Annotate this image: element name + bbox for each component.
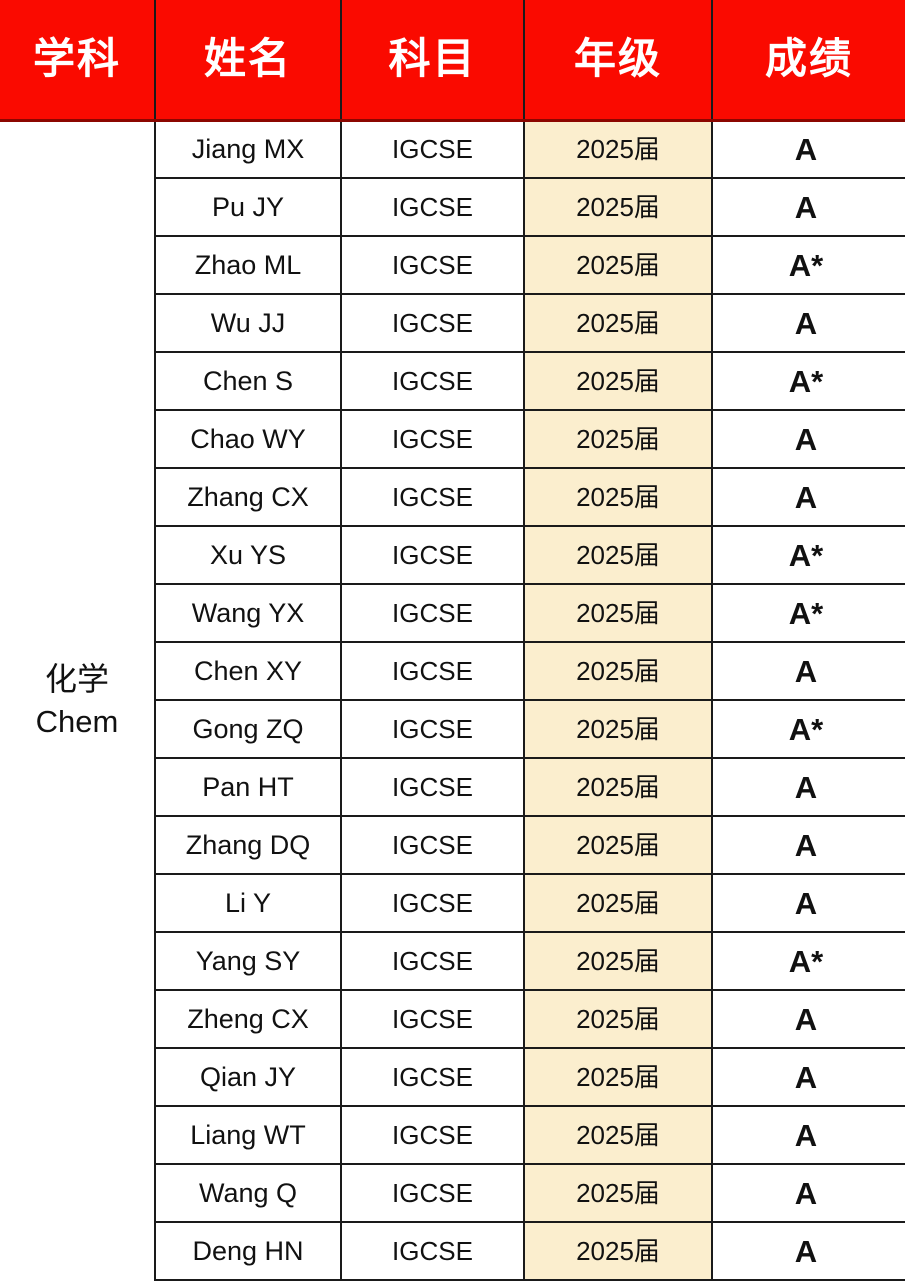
student-name: Liang WT: [154, 1106, 342, 1165]
column-header-grade: 成绩: [712, 0, 905, 122]
student-name: Deng HN: [154, 1222, 342, 1281]
graduation-year: 2025届: [524, 1048, 713, 1107]
student-name: Jiang MX: [154, 120, 342, 179]
exam-type: IGCSE: [341, 120, 525, 179]
grade-value: A: [712, 1048, 905, 1107]
exam-type: IGCSE: [341, 1106, 525, 1165]
student-name: Wang Q: [154, 1164, 342, 1223]
graduation-year: 2025届: [524, 178, 713, 237]
graduation-year: 2025届: [524, 410, 713, 469]
exam-type: IGCSE: [341, 816, 525, 875]
student-name: Wu JJ: [154, 294, 342, 353]
exam-type: IGCSE: [341, 1164, 525, 1223]
exam-type: IGCSE: [341, 990, 525, 1049]
grade-value: A: [712, 1222, 905, 1281]
grade-value: A*: [712, 584, 905, 643]
graduation-year: 2025届: [524, 758, 713, 817]
grade-value: A: [712, 816, 905, 875]
grade-value: A*: [712, 236, 905, 295]
student-name: Zhang CX: [154, 468, 342, 527]
exam-type: IGCSE: [341, 410, 525, 469]
graduation-year: 2025届: [524, 1106, 713, 1165]
exam-type: IGCSE: [341, 584, 525, 643]
grade-value: A: [712, 990, 905, 1049]
grade-value: A: [712, 642, 905, 701]
graduation-year: 2025届: [524, 526, 713, 585]
graduation-year: 2025届: [524, 700, 713, 759]
column-header-name: 姓名: [155, 0, 342, 122]
graduation-year: 2025届: [524, 352, 713, 411]
exam-type: IGCSE: [341, 352, 525, 411]
grade-value: A: [712, 120, 905, 179]
graduation-year: 2025届: [524, 468, 713, 527]
grade-value: A: [712, 1106, 905, 1165]
exam-type: IGCSE: [341, 1222, 525, 1281]
graduation-year: 2025届: [524, 120, 713, 179]
exam-type: IGCSE: [341, 468, 525, 527]
exam-type: IGCSE: [341, 236, 525, 295]
graduation-year: 2025届: [524, 1164, 713, 1223]
grade-value: A: [712, 468, 905, 527]
subject-group-cell: 化学 Chem: [0, 120, 156, 1280]
header-row: 学科 姓名 科目 年级 成绩: [0, 0, 905, 122]
graduation-year: 2025届: [524, 990, 713, 1049]
exam-type: IGCSE: [341, 526, 525, 585]
exam-type: IGCSE: [341, 932, 525, 991]
exam-type: IGCSE: [341, 178, 525, 237]
graduation-year: 2025届: [524, 642, 713, 701]
student-name: Yang SY: [154, 932, 342, 991]
column-header-exam: 科目: [341, 0, 525, 122]
student-name: Chen XY: [154, 642, 342, 701]
grade-value: A*: [712, 700, 905, 759]
graduation-year: 2025届: [524, 584, 713, 643]
student-name: Zhang DQ: [154, 816, 342, 875]
results-table: 学科 姓名 科目 年级 成绩 化学 Chem Jiang MX IGCSE 2025届 A…: [0, 0, 905, 1281]
graduation-year: 2025届: [524, 294, 713, 353]
student-name: Pan HT: [154, 758, 342, 817]
column-header-year: 年级: [524, 0, 713, 122]
table-row: 化学 Chem Jiang MX IGCSE 2025届 A: [0, 120, 905, 1280]
student-name: Gong ZQ: [154, 700, 342, 759]
student-name: Zhao ML: [154, 236, 342, 295]
graduation-year: 2025届: [524, 1222, 713, 1281]
subject-name-cn: 化学: [44, 661, 109, 698]
exam-type: IGCSE: [341, 758, 525, 817]
exam-type: IGCSE: [341, 700, 525, 759]
student-name: Chen S: [154, 352, 342, 411]
exam-type: IGCSE: [341, 1048, 525, 1107]
table-header: 学科 姓名 科目 年级 成绩: [0, 0, 905, 122]
exam-type: IGCSE: [341, 874, 525, 933]
grade-value: A: [712, 874, 905, 933]
grade-value: A: [712, 178, 905, 237]
exam-type: IGCSE: [341, 294, 525, 353]
graduation-year: 2025届: [524, 874, 713, 933]
grade-value: A*: [712, 932, 905, 991]
grade-value: A: [712, 294, 905, 353]
table-body: 化学 Chem Jiang MX IGCSE 2025届 A Pu JY IGCSE 2025届…: [0, 120, 905, 1281]
column-header-subject: 学科: [0, 0, 156, 122]
student-name: Xu YS: [154, 526, 342, 585]
student-name: Li Y: [154, 874, 342, 933]
student-name: Zheng CX: [154, 990, 342, 1049]
grade-value: A: [712, 758, 905, 817]
subject-name-en: Chem: [35, 704, 119, 740]
grade-value: A*: [712, 352, 905, 411]
student-name: Pu JY: [154, 178, 342, 237]
graduation-year: 2025届: [524, 816, 713, 875]
exam-type: IGCSE: [341, 642, 525, 701]
grade-value: A: [712, 410, 905, 469]
graduation-year: 2025届: [524, 932, 713, 991]
student-name: Wang YX: [154, 584, 342, 643]
student-name: Chao WY: [154, 410, 342, 469]
grade-value: A*: [712, 526, 905, 585]
graduation-year: 2025届: [524, 236, 713, 295]
student-name: Qian JY: [154, 1048, 342, 1107]
grade-value: A: [712, 1164, 905, 1223]
